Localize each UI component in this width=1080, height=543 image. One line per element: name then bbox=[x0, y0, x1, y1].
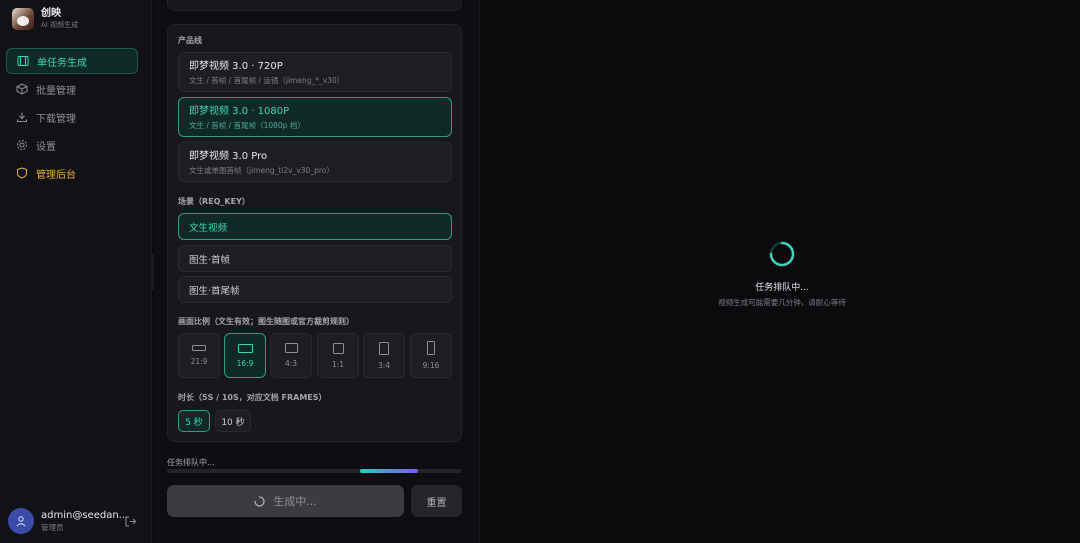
product-name: 即梦视频 3.0 Pro bbox=[189, 151, 268, 162]
ratio-option-3-4[interactable]: 3:4 bbox=[363, 333, 405, 378]
duration-label: 时长（5S / 10S，对应文档 FRAMES） bbox=[178, 393, 327, 402]
user-role: 管理员 bbox=[41, 522, 64, 532]
generate-button-label: 生成中... bbox=[273, 495, 317, 508]
product-desc: 文生 / 首帧 / 首尾帧（1080p 档） bbox=[189, 121, 305, 130]
ratio-4-3-icon bbox=[284, 343, 298, 353]
brand-logo bbox=[12, 8, 34, 30]
ratio-option-9-16[interactable]: 9:16 bbox=[410, 333, 452, 378]
product-option-pro[interactable]: 即梦视频 3.0 Pro 文生或单图首帧（jimeng_ti2v_v30_pro… bbox=[178, 142, 452, 182]
sidebar-item-label: 批量管理 bbox=[36, 85, 76, 97]
gear-icon bbox=[17, 140, 27, 150]
ratio-option-4-3[interactable]: 4:3 bbox=[270, 333, 312, 378]
avatar bbox=[8, 508, 34, 534]
product-name: 即梦视频 3.0 · 720P bbox=[189, 61, 283, 72]
shield-icon bbox=[17, 167, 27, 179]
ratio-label: 3:4 bbox=[377, 360, 391, 370]
product-desc: 文生 / 首帧 / 首尾帧 / 运镜（jimeng_*_v30） bbox=[189, 76, 345, 85]
scene-option-image-first-frame[interactable]: 图生·首帧 bbox=[178, 245, 452, 272]
download-icon bbox=[17, 112, 27, 122]
task-status-text: 任务排队中... bbox=[167, 458, 215, 467]
ratio-option-21-9[interactable]: 21:9 bbox=[178, 333, 220, 378]
user-icon bbox=[16, 516, 26, 527]
sidebar-item-label: 设置 bbox=[36, 141, 56, 153]
scene-label: 场景（REQ_KEY） bbox=[178, 197, 250, 206]
ratio-9-16-icon bbox=[427, 341, 435, 355]
progress-fill bbox=[359, 469, 418, 473]
sidebar-item-label: 管理后台 bbox=[36, 169, 76, 181]
sidebar-nav: 单任务生成 批量管理 下载管理 设置 管理后台 bbox=[6, 48, 138, 188]
duration-option-5s[interactable]: 5 秒 bbox=[178, 410, 210, 432]
sidebar-item-batch[interactable]: 批量管理 bbox=[6, 76, 138, 102]
sidebar-item-admin[interactable]: 管理后台 bbox=[6, 160, 138, 186]
brand: 创映 AI 视频生成 bbox=[12, 8, 78, 30]
panel-top-edge bbox=[167, 0, 462, 11]
loading-spinner-icon bbox=[769, 241, 795, 267]
ratio-label: 1:1 bbox=[331, 359, 345, 369]
duration-option-10s[interactable]: 10 秒 bbox=[215, 410, 251, 432]
ratio-option-1-1[interactable]: 1:1 bbox=[317, 333, 359, 378]
sidebar-item-single-task[interactable]: 单任务生成 bbox=[6, 48, 138, 74]
ratio-label: 16:9 bbox=[236, 358, 254, 368]
product-option-720p[interactable]: 即梦视频 3.0 · 720P 文生 / 首帧 / 首尾帧 / 运镜（jimen… bbox=[178, 52, 452, 92]
progress-bar bbox=[167, 469, 462, 473]
aspect-ratio-label: 画面比例（文生有效；图生随图或官方裁剪规则） bbox=[178, 317, 354, 326]
ratio-1-1-icon bbox=[332, 342, 344, 354]
brand-name: 创映 bbox=[41, 8, 61, 19]
ratio-option-16-9[interactable]: 16:9 bbox=[224, 333, 266, 378]
user-name: admin@seedan... bbox=[41, 509, 129, 521]
sidebar-item-settings[interactable]: 设置 bbox=[6, 132, 138, 158]
film-icon bbox=[17, 56, 29, 66]
user-card[interactable]: admin@seedan... 管理员 bbox=[8, 508, 128, 534]
sidebar-item-label: 单任务生成 bbox=[37, 57, 87, 69]
reset-button[interactable]: 重置 bbox=[411, 485, 462, 517]
logout-icon[interactable] bbox=[124, 515, 137, 528]
cube-icon bbox=[16, 83, 28, 95]
product-name: 即梦视频 3.0 · 1080P bbox=[189, 106, 290, 117]
ratio-3-4-icon bbox=[379, 341, 389, 355]
product-line-label: 产品线 bbox=[178, 36, 202, 45]
ratio-21-9-icon bbox=[192, 345, 206, 351]
generate-button[interactable]: 生成中... bbox=[167, 485, 404, 517]
product-desc: 文生或单图首帧（jimeng_ti2v_v30_pro） bbox=[189, 166, 334, 175]
queue-subtitle: 视频生成可能需要几分钟，请耐心等待 bbox=[718, 298, 846, 307]
spinner-icon bbox=[254, 495, 265, 507]
ratio-label: 9:16 bbox=[422, 361, 440, 370]
brand-subtitle: AI 视频生成 bbox=[41, 21, 79, 29]
product-option-1080p[interactable]: 即梦视频 3.0 · 1080P 文生 / 首帧 / 首尾帧（1080p 档） bbox=[178, 97, 452, 137]
sidebar-item-label: 下载管理 bbox=[36, 113, 76, 125]
queue-status: 任务排队中... 视频生成可能需要几分钟，请耐心等待 bbox=[700, 240, 864, 308]
queue-title: 任务排队中... bbox=[755, 283, 809, 293]
ratio-label: 21:9 bbox=[190, 357, 208, 366]
ratio-label: 4:3 bbox=[284, 359, 298, 368]
scene-option-image-first-last-frame[interactable]: 图生·首尾帧 bbox=[178, 276, 452, 303]
sidebar-item-downloads[interactable]: 下载管理 bbox=[6, 104, 138, 130]
sidebar: 创映 AI 视频生成 单任务生成 批量管理 下载管理 设置 管理后台 admin… bbox=[0, 0, 152, 543]
ratio-16-9-icon bbox=[237, 343, 253, 353]
scene-option-text-to-video[interactable]: 文生视频 bbox=[178, 213, 452, 240]
